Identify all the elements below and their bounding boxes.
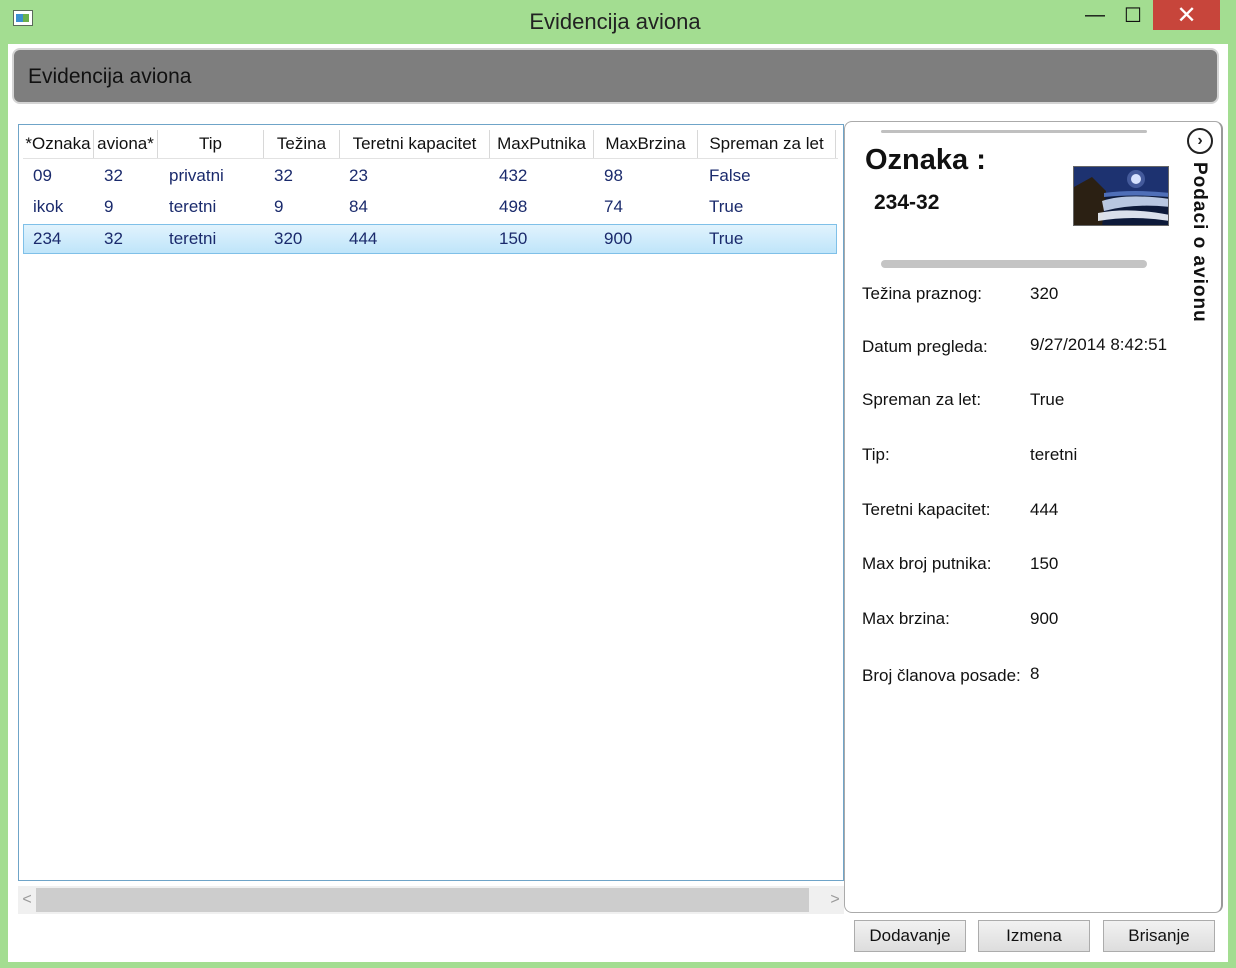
cell-teretni-kapacitet: 444 (349, 229, 378, 248)
scroll-right-icon[interactable]: > (826, 890, 844, 910)
title-bar: Evidencija aviona — ☐ ✕ (0, 0, 1236, 44)
label-tip: Tip: (862, 445, 890, 464)
cell-tezina: 320 (274, 229, 303, 248)
cell-maxbrzina: 98 (604, 166, 623, 185)
table-row[interactable]: 09 32 privatni 32 23 432 98 False (23, 161, 837, 191)
panel-title[interactable]: Podaci o avionu (1188, 162, 1210, 323)
label-spreman-za-let: Spreman za let: (862, 390, 982, 409)
cell-maxbrzina: 900 (604, 229, 633, 248)
divider (881, 260, 1147, 268)
window-title: Evidencija aviona (529, 9, 701, 34)
value-max-broj-putnika: 150 (1030, 554, 1059, 573)
cell-spreman: True (709, 229, 744, 248)
oznaka-label: Oznaka : (865, 144, 986, 176)
add-button[interactable]: Dodavanje (854, 920, 966, 952)
value-tip: teretni (1030, 445, 1078, 464)
cell-spreman: False (709, 166, 751, 185)
header-bar: Evidencija aviona (12, 48, 1219, 104)
label-max-broj-putnika: Max broj putnika: (862, 554, 992, 573)
label-broj-clanova-posade: Broj članova posade: (862, 666, 1021, 685)
table-row-selected[interactable]: 234 32 teretni 320 444 150 900 True (23, 224, 837, 254)
column-header-tezina[interactable]: Težina (264, 130, 340, 158)
value-spreman-za-let: True (1030, 390, 1065, 409)
scroll-left-icon[interactable]: < (18, 890, 36, 910)
column-header-aviona[interactable]: aviona* (94, 130, 158, 158)
aircraft-image (1073, 166, 1169, 226)
column-header-tip[interactable]: Tip (158, 130, 264, 158)
label-teretni-kapacitet: Teretni kapacitet: (862, 500, 991, 519)
cell-teretni-kapacitet: 23 (349, 166, 368, 185)
value-max-brzina: 900 (1030, 609, 1059, 628)
aircraft-grid[interactable]: *Oznaka aviona* Tip Težina Teretni kapac… (18, 124, 844, 881)
label-datum-pregleda: Datum pregleda: (862, 337, 988, 356)
cell-maxbrzina: 74 (604, 197, 623, 216)
cell-oznaka: ikok (33, 197, 64, 216)
cell-aviona: 32 (104, 166, 123, 185)
chevron-right-circle-icon[interactable]: › (1187, 128, 1213, 154)
cell-tip: teretni (169, 197, 217, 216)
column-header-maxbrzina[interactable]: MaxBrzina (594, 130, 698, 158)
cell-tezina: 32 (274, 166, 293, 185)
column-header-maxputnika[interactable]: MaxPutnika (490, 130, 594, 158)
cell-spreman: True (709, 197, 744, 216)
grid-header: *Oznaka aviona* Tip Težina Teretni kapac… (23, 130, 838, 159)
label-tezina-praznog: Težina praznog: (862, 284, 983, 303)
value-datum-pregleda: 9/27/2014 8:42:51 (1030, 335, 1168, 354)
maximize-button[interactable]: ☐ (1116, 0, 1150, 30)
minimize-button[interactable]: — (1078, 0, 1112, 30)
table-row[interactable]: ikok 9 teretni 9 84 498 74 True (23, 192, 837, 222)
column-header-teretni-kapacitet[interactable]: Teretni kapacitet (340, 130, 490, 158)
cell-oznaka: 09 (33, 166, 52, 185)
cell-oznaka: 234 (33, 229, 62, 248)
cell-tip: privatni (169, 166, 224, 185)
cell-teretni-kapacitet: 84 (349, 197, 368, 216)
delete-button[interactable]: Brisanje (1103, 920, 1215, 952)
header-title: Evidencija aviona (28, 65, 192, 88)
window-client: Evidencija aviona *Oznaka aviona* Tip Te… (8, 44, 1228, 962)
aircraft-detail-panel: Oznaka : 234-32 › Podaci o avionu Težina… (844, 121, 1223, 913)
cell-aviona: 9 (104, 197, 114, 216)
label-max-brzina: Max brzina: (862, 609, 950, 628)
cell-maxputnika: 498 (499, 197, 528, 216)
value-teretni-kapacitet: 444 (1030, 500, 1059, 519)
cell-aviona: 32 (104, 229, 123, 248)
value-broj-clanova-posade: 8 (1030, 664, 1040, 683)
divider (881, 130, 1147, 133)
horizontal-scrollbar[interactable]: < > (18, 886, 844, 914)
cell-maxputnika: 432 (499, 166, 528, 185)
column-header-oznaka[interactable]: *Oznaka (23, 130, 94, 158)
value-tezina-praznog: 320 (1030, 284, 1059, 303)
cell-tezina: 9 (274, 197, 284, 216)
column-header-spreman-za-let[interactable]: Spreman za let (698, 130, 836, 158)
edit-button[interactable]: Izmena (978, 920, 1090, 952)
scroll-thumb[interactable] (36, 888, 809, 912)
cell-maxputnika: 150 (499, 229, 528, 248)
oznaka-value: 234-32 (874, 191, 940, 214)
close-button[interactable]: ✕ (1153, 0, 1220, 30)
cell-tip: teretni (169, 229, 217, 248)
